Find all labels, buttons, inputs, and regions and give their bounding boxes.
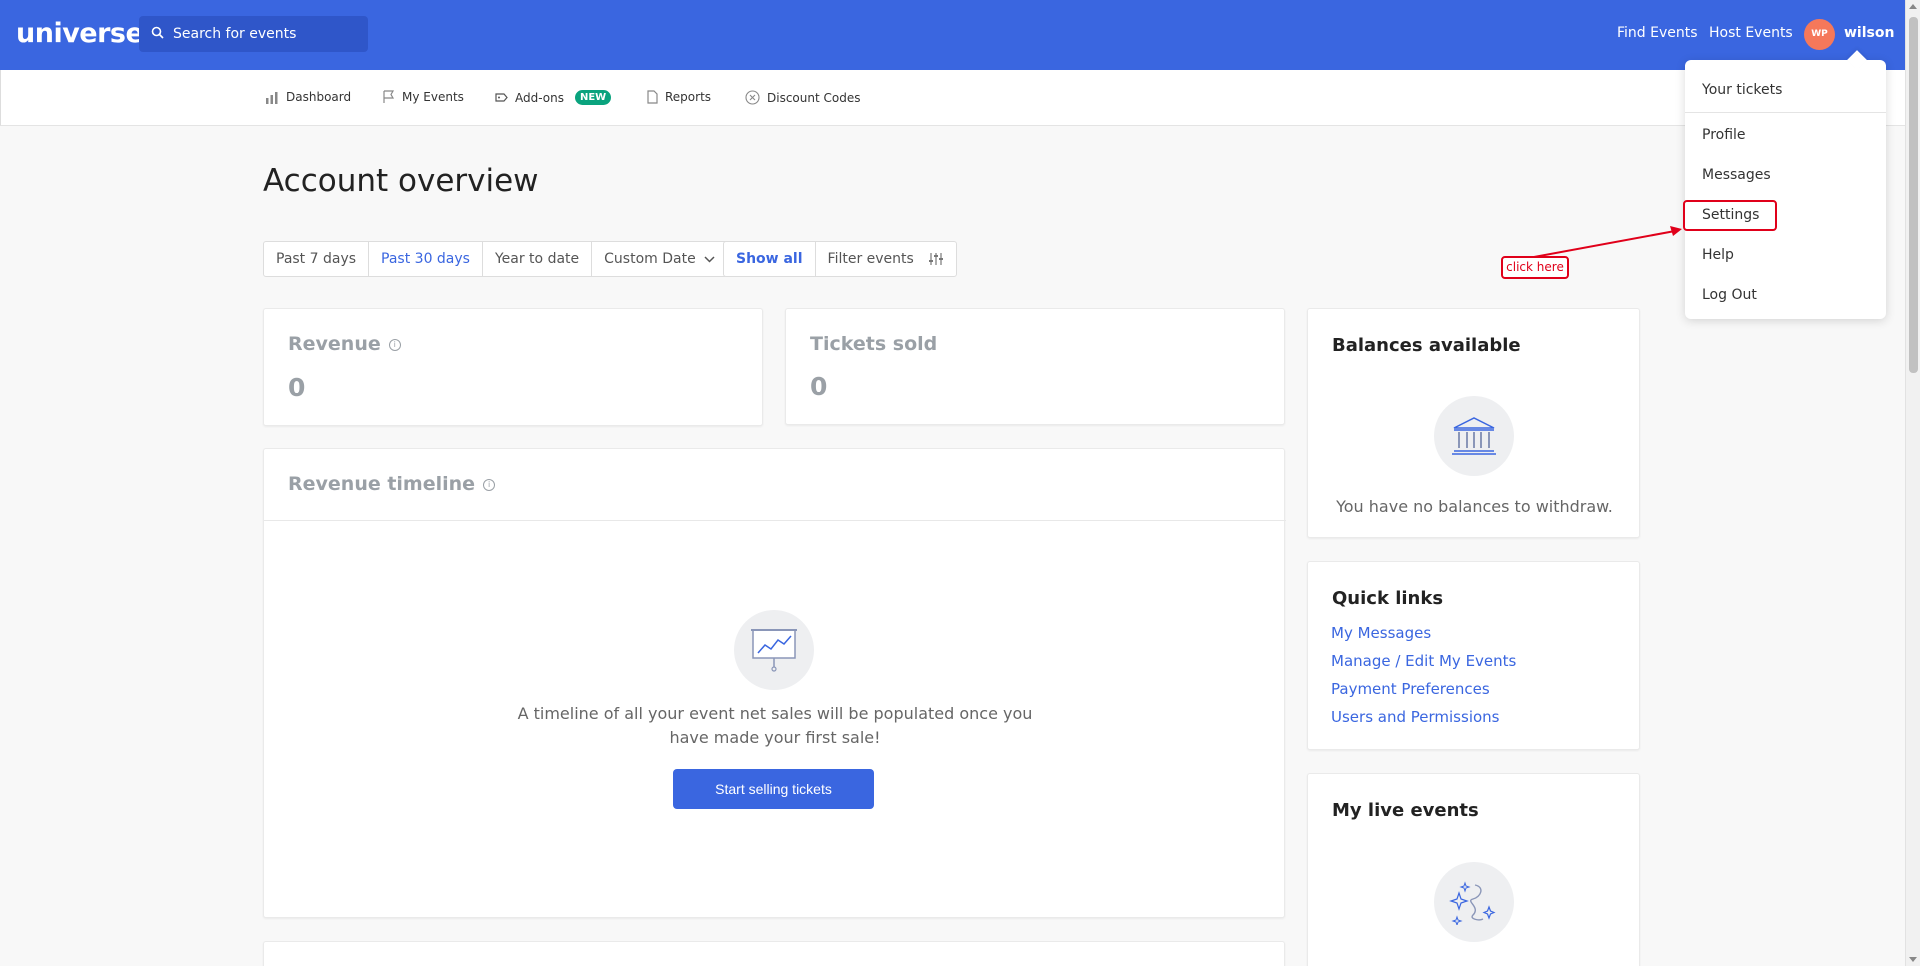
subnav-item-discount-codes[interactable]: Discount Codes	[745, 90, 860, 105]
filter-events-label: Filter events	[827, 251, 914, 267]
subnav-item-my-events[interactable]: My Events	[383, 90, 464, 104]
revenue-timline-card: Revenue timeline i A timeline of all your…	[263, 448, 1286, 918]
tag-icon	[495, 93, 508, 102]
range-past-30-days[interactable]: Past 30 days	[368, 241, 483, 277]
live-events-title: My live events	[1332, 800, 1479, 821]
quick-links-title: Quick links	[1332, 588, 1444, 609]
revenue-label-text: Revenue	[288, 333, 381, 355]
timeline-empty-line-1: A timeline of all your event net sales w…	[517, 704, 1033, 723]
avatar[interactable]: WP	[1804, 19, 1835, 50]
revenue-label: Revenue i	[288, 333, 401, 355]
sparkle-ticket-icon	[1449, 881, 1496, 925]
range-year-to-date[interactable]: Year to date	[481, 241, 593, 277]
sliders-icon	[928, 253, 943, 265]
top-bar: universe Search for events Find Events H…	[0, 0, 1905, 70]
search-icon	[151, 26, 164, 39]
timeline-empty-text: A timeline of all your event net sales w…	[475, 702, 1075, 750]
start-selling-tickets-button[interactable]: Start selling tickets	[673, 769, 874, 809]
custom-date-dropdown[interactable]: Custom Date	[591, 241, 728, 277]
show-all-button[interactable]: Show all	[723, 241, 816, 277]
search-placeholder: Search for events	[173, 26, 297, 42]
revenue-card: Revenue i 0	[263, 308, 763, 426]
balances-title: Balances available	[1332, 335, 1521, 356]
filter-events-button[interactable]: Filter events	[814, 241, 957, 277]
menu-divider	[1685, 112, 1886, 113]
menu-item-your-tickets[interactable]: Your tickets	[1702, 82, 1782, 98]
next-card	[263, 941, 1285, 966]
settings-highlight-box	[1683, 200, 1777, 231]
document-icon	[647, 90, 658, 104]
scroll-up-arrow-icon[interactable]	[1909, 4, 1917, 9]
custom-date-label: Custom Date	[604, 251, 696, 267]
subnav-item-reports[interactable]: Reports	[647, 90, 711, 104]
range-past-7-days[interactable]: Past 7 days	[263, 241, 370, 277]
subnav-label: Reports	[665, 90, 712, 104]
find-events-link[interactable]: Find Events	[1617, 25, 1698, 41]
subnav-item-dashboard[interactable]: Dashboard	[265, 90, 351, 104]
revenue-timeline-title-text: Revenue timeline	[288, 473, 476, 495]
menu-item-log-out[interactable]: Log Out	[1702, 287, 1757, 303]
revenue-timeline-title: Revenue timeline i	[288, 473, 496, 495]
discount-icon	[745, 90, 760, 105]
click-here-annotation: click here	[1501, 256, 1569, 279]
sparkle-illustration	[1434, 862, 1514, 942]
new-badge: NEW	[574, 90, 612, 105]
user-menu-dropdown: Your tickets Profile Messages Settings H…	[1685, 50, 1886, 319]
username[interactable]: wilson	[1844, 25, 1894, 41]
quick-link-payment-preferences[interactable]: Payment Preferences	[1331, 680, 1490, 698]
revenue-value: 0	[288, 373, 306, 402]
vertical-scrollbar[interactable]	[1905, 0, 1920, 966]
tickets-sold-card: Tickets sold 0	[785, 308, 1285, 425]
info-icon[interactable]: i	[388, 338, 401, 351]
subnav-label: My Events	[402, 90, 464, 104]
quick-link-users-permissions[interactable]: Users and Permissions	[1331, 708, 1499, 726]
quick-link-manage-events[interactable]: Manage / Edit My Events	[1331, 652, 1516, 670]
subnav-label: Discount Codes	[767, 90, 861, 105]
flag-icon	[383, 90, 395, 103]
balances-empty-text: You have no balances to withdraw.	[1336, 497, 1613, 516]
subnav-label: Add-ons	[515, 90, 564, 105]
host-events-link[interactable]: Host Events	[1709, 25, 1793, 41]
bar-chart-icon	[266, 91, 278, 104]
divider	[264, 520, 1286, 521]
scroll-down-arrow-icon[interactable]	[1909, 957, 1917, 962]
presentation-chart-icon	[751, 629, 797, 672]
search-input[interactable]: Search for events	[139, 16, 368, 52]
live-events-card: My live events	[1307, 773, 1640, 966]
balances-card: Balances available You have no balances …	[1307, 308, 1640, 538]
chevron-down-icon	[704, 255, 715, 263]
subnav-item-add-ons[interactable]: Add-ons NEW	[495, 90, 612, 105]
menu-item-help[interactable]: Help	[1702, 247, 1734, 263]
tickets-sold-label: Tickets sold	[810, 333, 938, 355]
bank-illustration	[1434, 396, 1514, 476]
tickets-sold-value: 0	[810, 372, 828, 401]
date-range-filter: Past 7 days Past 30 days Year to date Cu…	[263, 241, 728, 277]
quick-link-my-messages[interactable]: My Messages	[1331, 624, 1431, 642]
timeline-empty-line-2: have made your first sale!	[669, 728, 881, 747]
chart-illustration	[734, 610, 814, 690]
scroll-thumb[interactable]	[1909, 17, 1918, 373]
universe-logo[interactable]: universe	[16, 18, 144, 49]
info-icon[interactable]: i	[483, 478, 496, 491]
menu-item-profile[interactable]: Profile	[1702, 127, 1746, 143]
page-title: Account overview	[263, 163, 539, 199]
dashboard-subnav: Dashboard My Events Add-ons NEW Reports …	[0, 70, 1905, 126]
subnav-label: Dashboard	[286, 90, 352, 104]
menu-item-messages[interactable]: Messages	[1702, 167, 1771, 183]
event-filter: Show all Filter events	[723, 241, 957, 277]
bank-icon	[1452, 417, 1496, 455]
